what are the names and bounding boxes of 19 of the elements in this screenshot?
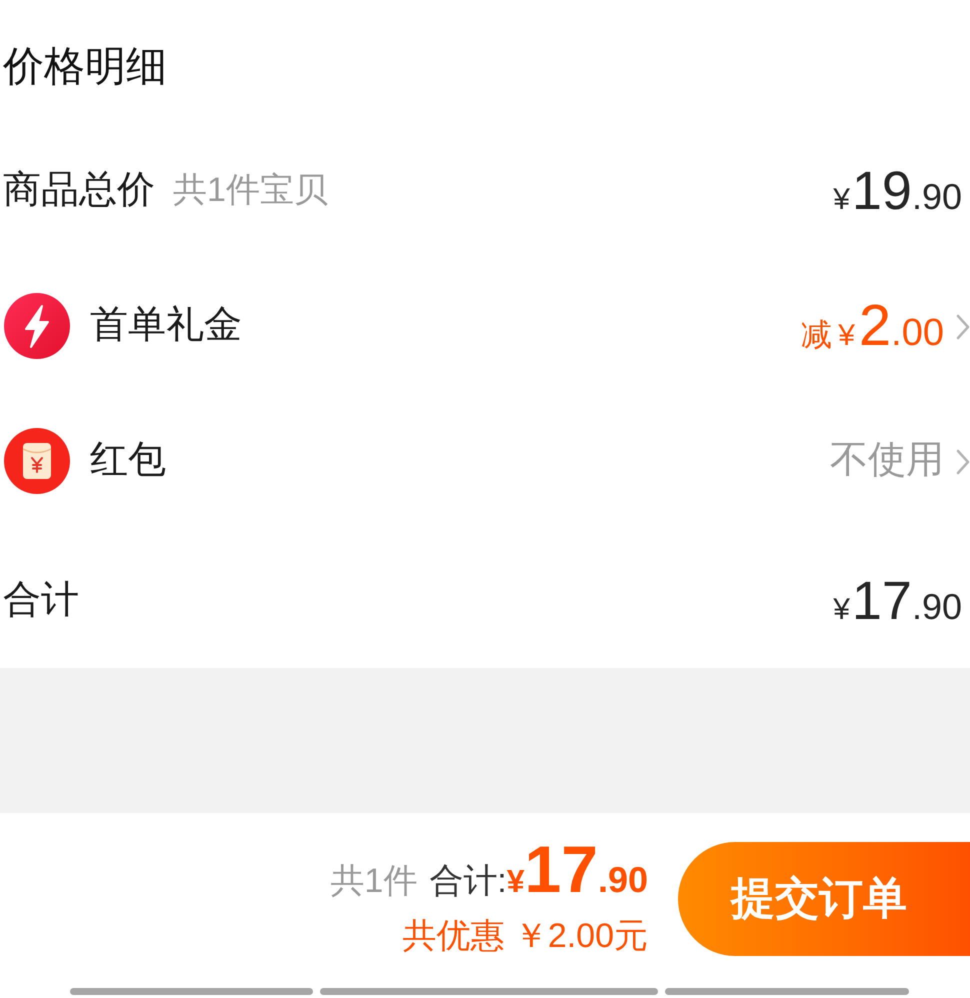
chevron-right-icon bbox=[956, 312, 970, 340]
submit-order-button[interactable]: 提交订单 bbox=[678, 842, 970, 956]
option-value[interactable]: 不使用 bbox=[830, 432, 944, 489]
total-label: 合计: bbox=[429, 861, 507, 902]
envelope-icon bbox=[4, 428, 70, 494]
section-title: 价格明细 bbox=[3, 42, 167, 91]
savings-text: 共优惠 ￥2.00元 bbox=[402, 916, 648, 957]
row-label: 红包 bbox=[90, 438, 166, 483]
total-amount: ¥17.90 bbox=[506, 836, 648, 902]
row-label: 首单礼金 bbox=[90, 303, 242, 348]
price-amount: ¥19.90 bbox=[833, 164, 962, 218]
item-count: 共1件 bbox=[330, 861, 418, 902]
lightning-icon bbox=[4, 292, 70, 358]
row-label: 合计 bbox=[3, 578, 79, 623]
row-label: 商品总价 bbox=[3, 168, 155, 213]
chevron-right-icon bbox=[956, 448, 970, 476]
price-amount: ¥17.90 bbox=[833, 574, 962, 628]
discount-amount[interactable]: 减 ¥2.00 bbox=[801, 296, 944, 354]
item-count-note: 共1件宝贝 bbox=[173, 170, 328, 211]
